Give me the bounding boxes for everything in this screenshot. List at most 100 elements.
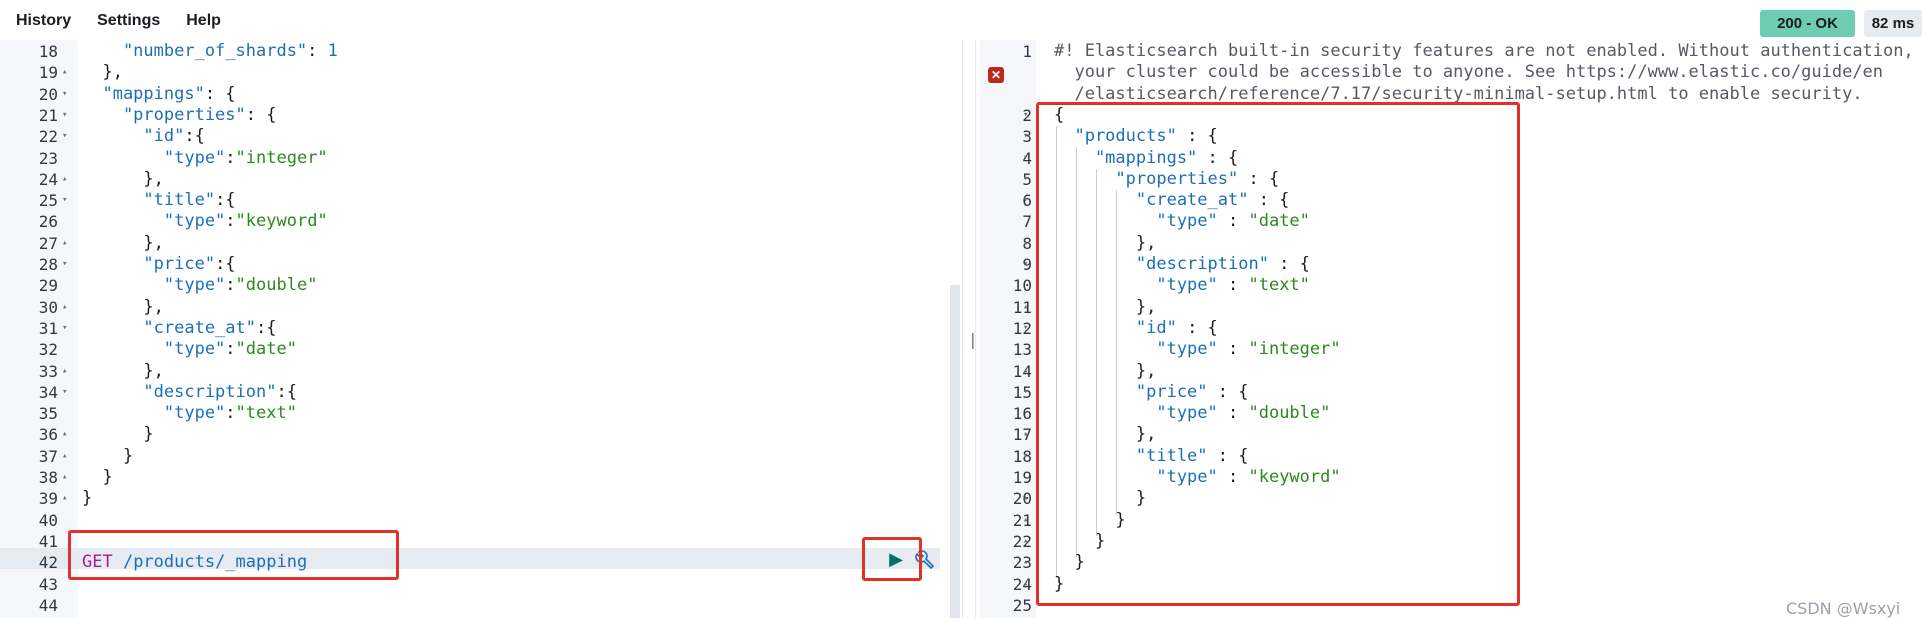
code-line[interactable]: 25 xyxy=(980,595,1926,616)
pane-resizer[interactable] xyxy=(962,40,976,618)
request-scrollbar[interactable] xyxy=(950,285,960,618)
fold-open-icon[interactable]: ▾ xyxy=(1023,446,1028,467)
code-line[interactable]: 11 ▴ }, xyxy=(980,297,1926,318)
code-line[interactable]: 27 ▴ }, xyxy=(0,233,950,254)
fold-open-icon[interactable]: ▾ xyxy=(62,190,67,211)
code-line[interactable]: 7 "type" : "date" xyxy=(980,211,1926,232)
code-line[interactable]: 36 ▴ } xyxy=(0,424,950,445)
code-line[interactable]: 24 ▴ }, xyxy=(0,169,950,190)
wrench-icon[interactable] xyxy=(914,549,936,571)
fold-close-icon[interactable]: ▴ xyxy=(1023,424,1028,445)
fold-close-icon[interactable]: ▴ xyxy=(62,361,67,382)
code-line[interactable]: 20 ▴ } xyxy=(980,488,1926,509)
code-line[interactable]: 29 "type":"double" xyxy=(0,275,950,296)
code-line[interactable]: 17 ▴ }, xyxy=(980,424,1926,445)
fold-close-icon[interactable]: ▴ xyxy=(62,297,67,318)
fold-close-icon[interactable]: ▴ xyxy=(62,424,67,445)
menu-history[interactable]: History xyxy=(16,12,71,30)
error-marker-icon[interactable]: ✕ xyxy=(988,67,1004,83)
fold-open-icon[interactable]: ▾ xyxy=(1023,190,1028,211)
code-line[interactable]: 34 ▾ "description":{ xyxy=(0,382,950,403)
code-line[interactable]: 6 ▾ "create_at" : { xyxy=(980,190,1926,211)
code-line[interactable]: 44 xyxy=(0,595,950,616)
menu-settings[interactable]: Settings xyxy=(97,12,160,30)
fold-close-icon[interactable]: ▴ xyxy=(62,169,67,190)
code-line[interactable]: 15 ▾ "price" : { xyxy=(980,382,1926,403)
code-line[interactable]: 30 ▴ }, xyxy=(0,297,950,318)
fold-close-icon[interactable]: ▴ xyxy=(62,467,67,488)
request-editor[interactable]: 18 "number_of_shards": 1 19 ▴ }, 20 ▾ "mappi… xyxy=(0,40,950,618)
fold-open-icon[interactable]: ▾ xyxy=(1023,126,1028,147)
code-line[interactable]: 22 ▴ } xyxy=(980,531,1926,552)
code-line[interactable]: 12 ▾ "id" : { xyxy=(980,318,1926,339)
code-line[interactable]: 24 ▴} xyxy=(980,574,1926,595)
code-line[interactable]: 19 "type" : "keyword" xyxy=(980,467,1926,488)
code-line[interactable]: 4 ▾ "mappings" : { xyxy=(980,148,1926,169)
code-line[interactable]: 43 xyxy=(0,574,950,595)
fold-close-icon[interactable]: ▴ xyxy=(1023,531,1028,552)
response-time-badge: 82 ms xyxy=(1864,10,1922,37)
fold-close-icon[interactable]: ▴ xyxy=(62,446,67,467)
code-line[interactable]: /elasticsearch/reference/7.17/security-m… xyxy=(980,84,1926,105)
fold-open-icon[interactable]: ▾ xyxy=(62,126,67,147)
code-line[interactable]: 3 ▾ "products" : { xyxy=(980,126,1926,147)
fold-close-icon[interactable]: ▴ xyxy=(1023,574,1028,595)
code-line[interactable]: 22 ▾ "id":{ xyxy=(0,126,950,147)
code-line[interactable]: 26 "type":"keyword" xyxy=(0,211,950,232)
code-line[interactable]: 16 "type" : "double" xyxy=(980,403,1926,424)
code-line[interactable]: 21 ▾ "properties": { xyxy=(0,105,950,126)
fold-open-icon[interactable]: ▾ xyxy=(1023,382,1028,403)
code-line[interactable]: 5 ▾ "properties" : { xyxy=(980,169,1926,190)
fold-open-icon[interactable]: ▾ xyxy=(1023,148,1028,169)
code-line[interactable]: 28 ▾ "price":{ xyxy=(0,254,950,275)
code-line[interactable]: 31 ▾ "create_at":{ xyxy=(0,318,950,339)
fold-close-icon[interactable]: ▴ xyxy=(1023,361,1028,382)
fold-open-icon[interactable]: ▾ xyxy=(1023,169,1028,190)
fold-close-icon[interactable]: ▴ xyxy=(1023,510,1028,531)
code-line[interactable]: 23 ▴ } xyxy=(980,552,1926,573)
response-viewer[interactable]: 1 #! Elasticsearch built-in security feat… xyxy=(980,40,1926,618)
fold-open-icon[interactable]: ▾ xyxy=(62,318,67,339)
code-line[interactable]: 23 "type":"integer" xyxy=(0,148,950,169)
code-line[interactable]: 39 ▴} xyxy=(0,488,950,509)
code-line[interactable]: 1 #! Elasticsearch built-in security feat… xyxy=(980,41,1926,62)
fold-close-icon[interactable]: ▴ xyxy=(62,233,67,254)
fold-close-icon[interactable]: ▴ xyxy=(62,62,67,83)
code-line[interactable]: 35 "type":"text" xyxy=(0,403,950,424)
code-line[interactable]: 37 ▴ } xyxy=(0,446,950,467)
fold-open-icon[interactable]: ▾ xyxy=(62,84,67,105)
code-line[interactable]: 42 GET /products/_mapping xyxy=(0,552,950,573)
fold-open-icon[interactable]: ▾ xyxy=(1023,254,1028,275)
code-line[interactable]: 13 "type" : "integer" xyxy=(980,339,1926,360)
code-line[interactable]: 40 xyxy=(0,510,950,531)
fold-open-icon[interactable]: ▾ xyxy=(1023,105,1028,126)
code-text: } xyxy=(1054,509,1126,530)
code-line[interactable]: 10 "type" : "text" xyxy=(980,275,1926,296)
code-line[interactable]: 8 ▴ }, xyxy=(980,233,1926,254)
fold-open-icon[interactable]: ▾ xyxy=(62,105,67,126)
fold-open-icon[interactable]: ▾ xyxy=(1023,318,1028,339)
code-line[interactable]: 18 ▾ "title" : { xyxy=(980,446,1926,467)
fold-close-icon[interactable]: ▴ xyxy=(1023,488,1028,509)
fold-close-icon[interactable]: ▴ xyxy=(1023,297,1028,318)
fold-open-icon[interactable]: ▾ xyxy=(62,382,67,403)
code-line[interactable]: 14 ▴ }, xyxy=(980,361,1926,382)
fold-close-icon[interactable]: ▴ xyxy=(1023,552,1028,573)
code-line[interactable]: 20 ▾ "mappings": { xyxy=(0,84,950,105)
fold-open-icon[interactable]: ▾ xyxy=(62,254,67,275)
code-line[interactable]: 9 ▾ "description" : { xyxy=(980,254,1926,275)
fold-close-icon[interactable]: ▴ xyxy=(62,488,67,509)
code-line[interactable]: 41 xyxy=(0,531,950,552)
code-line[interactable]: 38 ▴ } xyxy=(0,467,950,488)
code-line[interactable]: 2 ▾{ xyxy=(980,105,1926,126)
menu-help[interactable]: Help xyxy=(186,12,221,30)
code-line[interactable]: 18 "number_of_shards": 1 xyxy=(0,41,950,62)
code-line[interactable]: 21 ▴ } xyxy=(980,510,1926,531)
code-line[interactable]: your cluster could be accessible to anyo… xyxy=(980,62,1926,83)
fold-close-icon[interactable]: ▴ xyxy=(1023,233,1028,254)
code-line[interactable]: 33 ▴ }, xyxy=(0,361,950,382)
code-line[interactable]: 19 ▴ }, xyxy=(0,62,950,83)
run-request-button[interactable]: ▶ xyxy=(886,549,906,569)
code-line[interactable]: 32 "type":"date" xyxy=(0,339,950,360)
code-line[interactable]: 25 ▾ "title":{ xyxy=(0,190,950,211)
